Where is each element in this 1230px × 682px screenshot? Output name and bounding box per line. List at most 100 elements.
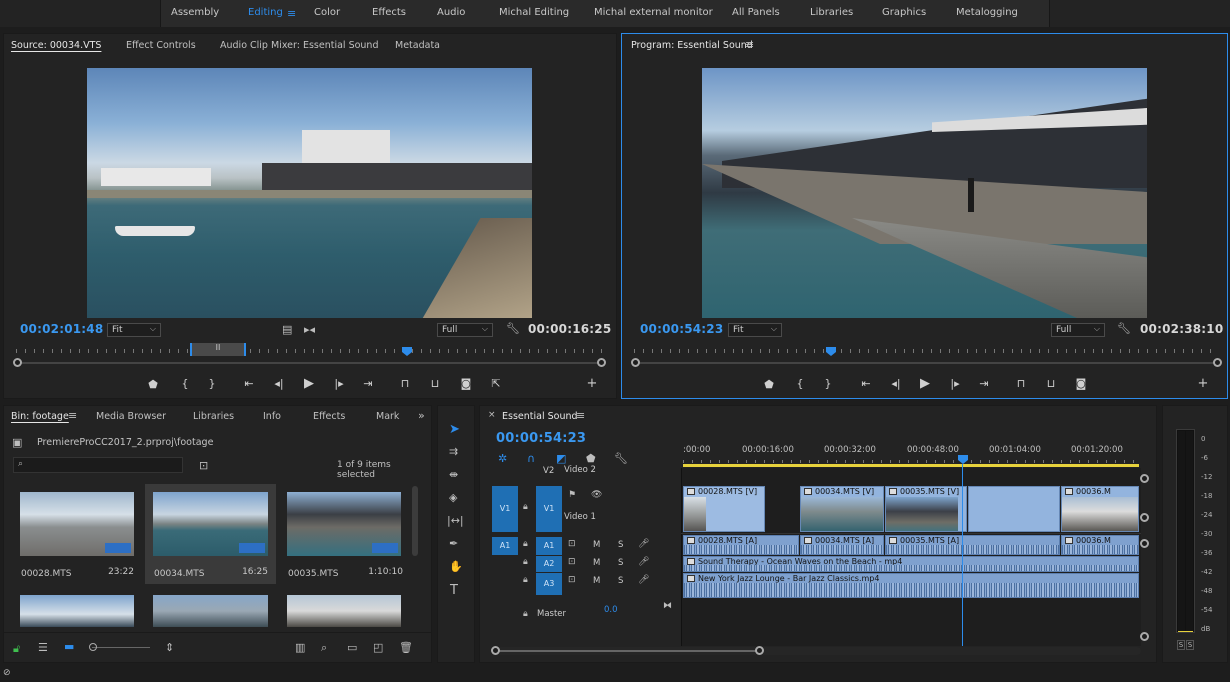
- bin-item-00028[interactable]: 00028.MTS 23:22: [12, 484, 142, 584]
- program-video-frame[interactable]: [702, 68, 1147, 318]
- program-wrench-icon[interactable]: 🔧︎: [1117, 322, 1131, 335]
- new-search-bin-icon[interactable]: ⊡: [199, 459, 208, 472]
- track-lock-icon[interactable]: 🔒︎: [523, 575, 528, 585]
- thumb-size-slider[interactable]: [92, 647, 150, 648]
- list-view-icon[interactable]: ☰: [38, 641, 48, 654]
- h-scroll-right-handle[interactable]: [755, 646, 764, 655]
- a1-mute[interactable]: M: [593, 540, 600, 550]
- toggle-output-eye-icon[interactable]: 👁︎: [591, 490, 602, 500]
- hand-tool-icon[interactable]: ✋: [449, 560, 463, 573]
- snap-icon[interactable]: ∩: [527, 452, 535, 465]
- timeline-settings-icon[interactable]: 🔧︎: [614, 452, 628, 465]
- workspace-all-panels[interactable]: All Panels: [732, 7, 780, 18]
- button-editor-icon[interactable]: ⇱: [488, 377, 504, 390]
- program-export-frame-icon[interactable]: ◙: [1073, 377, 1089, 390]
- program-zoom-right-handle[interactable]: [1213, 358, 1222, 367]
- source-zoom-left-handle[interactable]: [13, 358, 22, 367]
- track-target-a3[interactable]: A3: [536, 573, 562, 595]
- thumb-row2-3[interactable]: [287, 595, 401, 627]
- workspace-effects[interactable]: Effects: [372, 7, 406, 18]
- tab-media-browser[interactable]: Media Browser: [96, 411, 166, 422]
- clear-icon[interactable]: 🗑︎: [399, 641, 413, 654]
- a2-mute[interactable]: M: [593, 558, 600, 568]
- program-quality-dropdown[interactable]: Full: [1051, 323, 1105, 337]
- linked-selection-icon[interactable]: ◩: [556, 452, 566, 465]
- program-step-forward-icon[interactable]: |▸: [947, 377, 963, 390]
- sync-lock-icon[interactable]: ⚑: [568, 490, 576, 500]
- slip-tool-icon[interactable]: |↔|: [447, 514, 464, 527]
- a3-solo[interactable]: S: [618, 576, 623, 586]
- tab-libraries[interactable]: Libraries: [193, 411, 234, 422]
- tab-audio-clip-mixer[interactable]: Audio Clip Mixer: Essential Sound: [220, 40, 378, 51]
- a2-voiceover-mic-icon[interactable]: 🎤︎: [638, 557, 649, 567]
- a-scroll-handle[interactable]: [1140, 539, 1149, 548]
- lift-icon[interactable]: ⊓: [1013, 377, 1029, 390]
- audio-clip-00034[interactable]: 00034.MTS [A]: [800, 535, 884, 555]
- add-button-icon[interactable]: +: [584, 376, 600, 391]
- lock-icon[interactable]: 🔓︎: [13, 642, 20, 656]
- tab-effect-controls[interactable]: Effect Controls: [126, 40, 196, 51]
- a1-voiceover-mic-icon[interactable]: 🎤︎: [638, 539, 649, 549]
- program-playhead-timecode[interactable]: 00:00:54:23: [640, 322, 723, 336]
- timeline-menu-icon[interactable]: ≡: [576, 409, 585, 422]
- tab-info[interactable]: Info: [263, 411, 281, 422]
- source-in-out-range[interactable]: II: [190, 343, 246, 356]
- automate-to-sequence-icon[interactable]: ▥: [295, 641, 305, 654]
- workspace-michal-editing[interactable]: Michal Editing: [499, 7, 569, 18]
- program-panel-menu-icon[interactable]: ≡: [745, 38, 754, 51]
- insert-icon[interactable]: ▸◂: [304, 323, 315, 336]
- tab-effects[interactable]: Effects: [313, 411, 345, 422]
- master-volume[interactable]: 0.0: [604, 605, 618, 615]
- tab-source[interactable]: Source: 00034.VTS: [11, 40, 101, 51]
- type-tool-icon[interactable]: T: [450, 583, 458, 598]
- program-go-to-out-icon[interactable]: ⇥: [976, 377, 992, 390]
- track-target-a2[interactable]: A2: [536, 556, 562, 572]
- program-time-ruler[interactable]: [634, 345, 1218, 357]
- source-time-ruler[interactable]: [16, 345, 602, 357]
- source-quality-dropdown[interactable]: Full: [437, 323, 493, 337]
- program-mark-out-icon[interactable]: }: [820, 377, 836, 390]
- workspace-metalogging[interactable]: Metalogging: [956, 7, 1018, 18]
- video-clip-gap[interactable]: [968, 486, 1060, 532]
- track-target-v1[interactable]: V1: [536, 486, 562, 532]
- tab-sequence-essential-sound[interactable]: Essential Sound: [502, 411, 578, 422]
- program-step-back-icon[interactable]: ◂|: [888, 377, 904, 390]
- workspace-audio[interactable]: Audio: [437, 7, 465, 18]
- program-play-icon[interactable]: ▶: [917, 376, 933, 391]
- work-area-bar[interactable]: [683, 464, 1139, 467]
- a2-solo[interactable]: S: [618, 558, 623, 568]
- a1-sync-icon[interactable]: ⊡: [568, 539, 576, 549]
- thumb-row2-2[interactable]: [153, 595, 268, 627]
- track-select-tool-icon[interactable]: ⇉: [449, 445, 458, 458]
- timeline-h-scroll-thumb[interactable]: [498, 650, 760, 652]
- more-panels-icon[interactable]: »: [418, 409, 425, 422]
- audio-clip-sound-therapy[interactable]: Sound Therapy - Ocean Waves on the Beach…: [683, 556, 1139, 572]
- add-marker-icon[interactable]: ⬟: [586, 452, 596, 465]
- source-zoom-right-handle[interactable]: [597, 358, 606, 367]
- bin-item-00035[interactable]: 00035.MTS 1:10:10: [279, 484, 409, 584]
- workspace-editing[interactable]: Editing: [248, 7, 283, 18]
- new-item-icon[interactable]: ◰: [373, 641, 383, 654]
- workspace-graphics[interactable]: Graphics: [882, 7, 926, 18]
- source-patch-a1[interactable]: A1: [492, 537, 518, 555]
- track-lock-icon[interactable]: 🔒︎: [523, 502, 528, 512]
- insert-edit-icon[interactable]: ⊓: [397, 377, 413, 390]
- pen-tool-icon[interactable]: ✒: [449, 537, 458, 550]
- selection-tool-icon[interactable]: ➤: [449, 422, 460, 437]
- source-fit-dropdown[interactable]: Fit: [107, 323, 161, 337]
- a2-sync-icon[interactable]: ⊡: [568, 557, 576, 567]
- source-patch-v1[interactable]: V1: [492, 486, 518, 532]
- solo-left-button[interactable]: S: [1177, 640, 1185, 650]
- tab-program[interactable]: Program: Essential Sound: [631, 40, 753, 51]
- icon-view-icon[interactable]: ▬: [64, 640, 74, 653]
- add-marker-icon[interactable]: ⬟: [145, 378, 161, 391]
- step-forward-icon[interactable]: |▸: [331, 377, 347, 390]
- audio-clip-00035[interactable]: 00035.MTS [A]: [885, 535, 1060, 555]
- a-scroll-bottom-handle[interactable]: [1140, 632, 1149, 641]
- program-mark-in-icon[interactable]: {: [792, 377, 808, 390]
- audio-clip-jazz-lounge[interactable]: New York Jazz Lounge - Bar Jazz Classics…: [683, 573, 1139, 598]
- master-end-icon[interactable]: ⧓: [663, 601, 672, 611]
- go-to-out-icon[interactable]: ⇥: [360, 377, 376, 390]
- video-clip-00034[interactable]: 00034.MTS [V]: [800, 486, 884, 532]
- bin-item-00034-selected[interactable]: 00034.MTS 16:25: [145, 484, 276, 584]
